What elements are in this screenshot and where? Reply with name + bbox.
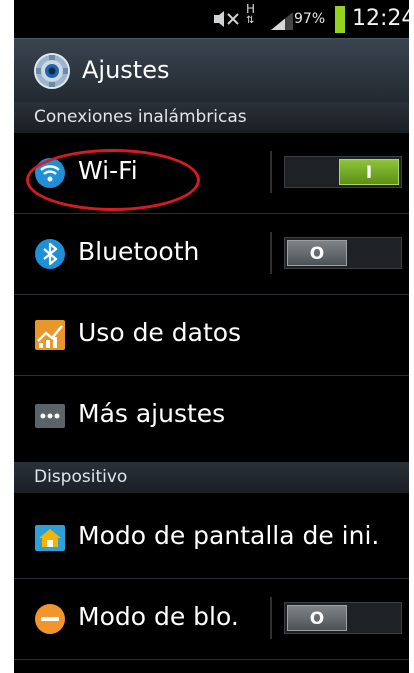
home-screen-icon: [35, 525, 65, 551]
signal-icon: [271, 12, 293, 30]
row-separator: [270, 232, 272, 274]
divider: [14, 659, 409, 660]
settings-gear-icon[interactable]: [32, 51, 72, 91]
bluetooth-icon: [35, 239, 65, 269]
section-header-device: Dispositivo: [14, 462, 409, 493]
data-usage-label: Uso de datos: [78, 318, 242, 347]
clock: 12:24: [352, 6, 409, 31]
battery-percent: 97%: [294, 11, 326, 27]
wifi-highlight-circle: [26, 149, 200, 211]
home-screen-mode-row[interactable]: Modo de pantalla de ini.: [14, 498, 409, 578]
status-bar: H ⇅ 97% 12:24: [14, 0, 409, 38]
title-bar: Ajustes: [14, 38, 409, 103]
data-usage-row[interactable]: Uso de datos: [14, 295, 409, 375]
data-usage-icon: [35, 320, 65, 350]
block-mode-toggle[interactable]: O: [284, 602, 402, 634]
section-header-wireless: Conexiones inalámbricas: [14, 102, 409, 133]
block-mode-label: Modo de blo.: [78, 602, 239, 631]
bluetooth-label: Bluetooth: [78, 237, 200, 266]
bluetooth-row[interactable]: Bluetooth O: [14, 214, 409, 294]
home-screen-mode-label: Modo de pantalla de ini.: [78, 521, 380, 550]
mute-icon: [214, 11, 239, 27]
row-separator: [270, 597, 272, 639]
block-mode-row[interactable]: Modo de blo. O: [14, 579, 409, 659]
block-mode-icon: [35, 604, 65, 634]
more-settings-row[interactable]: Más ajustes: [14, 376, 409, 456]
bluetooth-toggle[interactable]: O: [284, 237, 402, 269]
row-separator: [270, 151, 272, 193]
wifi-toggle[interactable]: I: [284, 156, 402, 188]
more-icon: [35, 404, 65, 428]
settings-screen: H ⇅ 97% 12:24 Ajustes Conexiones inalámbr…: [14, 0, 409, 673]
more-settings-label: Más ajustes: [78, 399, 226, 428]
page-title: Ajustes: [82, 56, 170, 84]
network-type-icon: H ⇅: [246, 2, 256, 26]
battery-icon: [335, 6, 345, 33]
